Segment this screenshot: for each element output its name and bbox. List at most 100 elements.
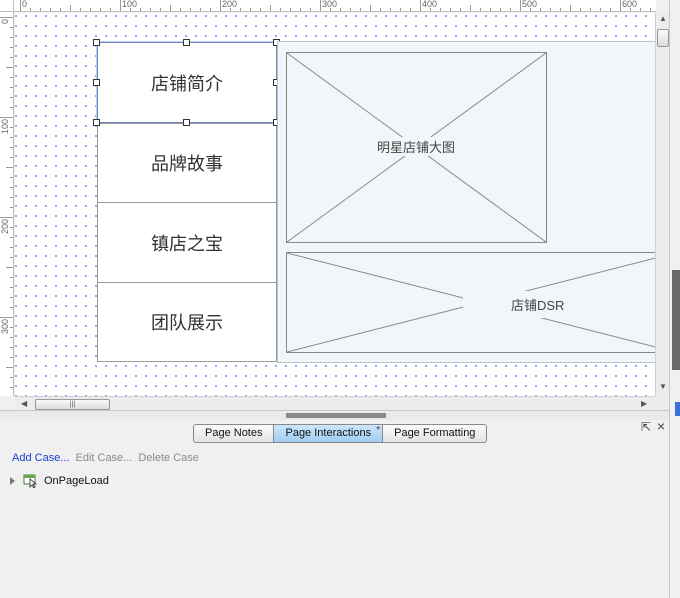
tab-page-notes[interactable]: Page Notes bbox=[193, 424, 275, 443]
nav-label-store-intro: 店铺简介 bbox=[151, 73, 223, 94]
ruler-tick bbox=[10, 297, 13, 298]
scroll-up-icon[interactable]: ▲ bbox=[659, 15, 667, 23]
ruler-tick bbox=[380, 8, 381, 11]
selection-handle-tl[interactable] bbox=[93, 39, 100, 46]
ruler-tick bbox=[640, 8, 641, 11]
ruler-tick bbox=[40, 8, 41, 11]
ruler-tick bbox=[590, 8, 591, 11]
ruler-tick bbox=[0, 217, 13, 218]
tab-page-formatting[interactable]: Page Formatting bbox=[383, 424, 488, 443]
banner-placeholder-label: 明星店铺大图 bbox=[373, 137, 460, 156]
ruler-tick bbox=[10, 77, 13, 78]
ruler-tick bbox=[390, 8, 391, 11]
image-placeholder-banner[interactable]: 明星店铺大图 bbox=[286, 52, 547, 243]
ruler-tick bbox=[10, 47, 13, 48]
ruler-tick bbox=[620, 0, 621, 11]
ruler-label: 0 bbox=[22, 0, 28, 9]
ruler-label: 300 bbox=[322, 0, 338, 9]
panel-tab-bar: Page Notes Page Interactions * Page Form… bbox=[193, 424, 488, 443]
ruler-label: 500 bbox=[522, 0, 538, 9]
image-placeholder-dsr[interactable]: 店铺DSR bbox=[286, 252, 655, 353]
ruler-label: 0 bbox=[0, 19, 10, 25]
ruler-tick bbox=[10, 327, 13, 328]
ruler-tick bbox=[170, 5, 171, 11]
ruler-tick bbox=[10, 257, 13, 258]
ruler-tick bbox=[10, 357, 13, 358]
tab-page-interactions-label: Page Interactions bbox=[285, 427, 372, 439]
ruler-tick bbox=[120, 0, 121, 11]
selection-handle-bl[interactable] bbox=[93, 119, 100, 126]
ruler-tick bbox=[90, 8, 91, 11]
ruler-tick bbox=[280, 8, 281, 11]
ruler-tick bbox=[460, 8, 461, 11]
ruler-tick bbox=[320, 0, 321, 11]
ruler-tick bbox=[20, 0, 21, 11]
ruler-tick bbox=[370, 5, 371, 11]
nav-widget-brand-story[interactable]: 品牌故事 bbox=[97, 123, 277, 203]
ruler-tick bbox=[470, 5, 471, 11]
selection-handle-bc[interactable] bbox=[183, 119, 190, 126]
ruler-label: 600 bbox=[622, 0, 638, 9]
ruler-tick bbox=[10, 97, 13, 98]
design-canvas[interactable]: 店铺简介 品牌故事 镇店之宝 团队展示 明星店铺大图 店铺DSR bbox=[15, 13, 655, 396]
ruler-tick bbox=[10, 337, 13, 338]
ruler-tick bbox=[290, 8, 291, 11]
close-icon[interactable]: × bbox=[657, 418, 665, 434]
scroll-left-icon[interactable]: ◀ bbox=[21, 400, 27, 408]
selection-handle-ml[interactable] bbox=[93, 79, 100, 86]
horizontal-scroll-thumb[interactable]: ||| bbox=[35, 399, 110, 410]
ruler-tick bbox=[10, 377, 13, 378]
edit-case-link: Edit Case... bbox=[75, 452, 133, 464]
ruler-tick bbox=[550, 8, 551, 11]
popout-icon[interactable]: ⇱ bbox=[641, 420, 651, 434]
dock-grip[interactable] bbox=[672, 270, 680, 370]
ruler-tick bbox=[10, 387, 13, 388]
ruler-tick bbox=[450, 8, 451, 11]
page-load-event-icon bbox=[23, 474, 38, 489]
ruler-tick bbox=[570, 5, 571, 11]
vertical-scroll-thumb[interactable] bbox=[657, 29, 669, 47]
tab-modified-badge: * bbox=[376, 425, 381, 436]
ruler-tick bbox=[10, 87, 13, 88]
ruler-tick bbox=[360, 8, 361, 11]
ruler-tick bbox=[580, 8, 581, 11]
tab-page-notes-label: Page Notes bbox=[205, 427, 263, 439]
ruler-tick bbox=[340, 8, 341, 11]
panel-splitter[interactable] bbox=[0, 410, 669, 420]
add-case-link[interactable]: Add Case... bbox=[12, 452, 69, 464]
ruler-tick bbox=[30, 8, 31, 11]
ruler-tick bbox=[220, 0, 221, 11]
scroll-down-icon[interactable]: ▼ bbox=[659, 383, 667, 391]
delete-case-link: Delete Case bbox=[138, 452, 199, 464]
canvas-vertical-scrollbar[interactable]: ▲ ▼ bbox=[655, 13, 669, 396]
ruler-label: 100 bbox=[122, 0, 138, 9]
ruler-tick bbox=[10, 57, 13, 58]
scroll-right-icon[interactable]: ▶ bbox=[641, 400, 647, 408]
splitter-grip[interactable] bbox=[286, 413, 386, 418]
ruler-label: 100 bbox=[0, 119, 10, 135]
ruler-label: 300 bbox=[0, 319, 10, 335]
right-dock-strip[interactable] bbox=[669, 0, 680, 598]
ruler-tick bbox=[0, 117, 13, 118]
ruler-tick bbox=[490, 8, 491, 11]
ruler-tick bbox=[210, 8, 211, 11]
nav-widget-store-intro[interactable]: 店铺简介 bbox=[97, 42, 277, 123]
scroll-corner bbox=[655, 396, 669, 410]
ruler-tick bbox=[310, 8, 311, 11]
ruler-tick bbox=[610, 8, 611, 11]
ruler-tick bbox=[110, 8, 111, 11]
ruler-tick bbox=[650, 8, 651, 11]
event-item-onpageload[interactable]: OnPageLoad bbox=[10, 472, 109, 490]
triangle-right-icon[interactable] bbox=[10, 477, 15, 485]
ruler-tick bbox=[400, 8, 401, 11]
ruler-tick bbox=[10, 177, 13, 178]
ruler-tick bbox=[350, 8, 351, 11]
selection-handle-tc[interactable] bbox=[183, 39, 190, 46]
nav-widget-team-display[interactable]: 团队展示 bbox=[97, 282, 277, 362]
event-name: OnPageLoad bbox=[44, 475, 109, 487]
ruler-tick bbox=[70, 5, 71, 11]
tab-page-interactions[interactable]: Page Interactions * bbox=[274, 424, 384, 443]
nav-widget-store-treasure[interactable]: 镇店之宝 bbox=[97, 202, 277, 283]
canvas-horizontal-scrollbar[interactable]: ◀ ||| ▶ bbox=[15, 396, 655, 410]
vertical-ruler: 0 100 200 300 bbox=[0, 12, 14, 396]
